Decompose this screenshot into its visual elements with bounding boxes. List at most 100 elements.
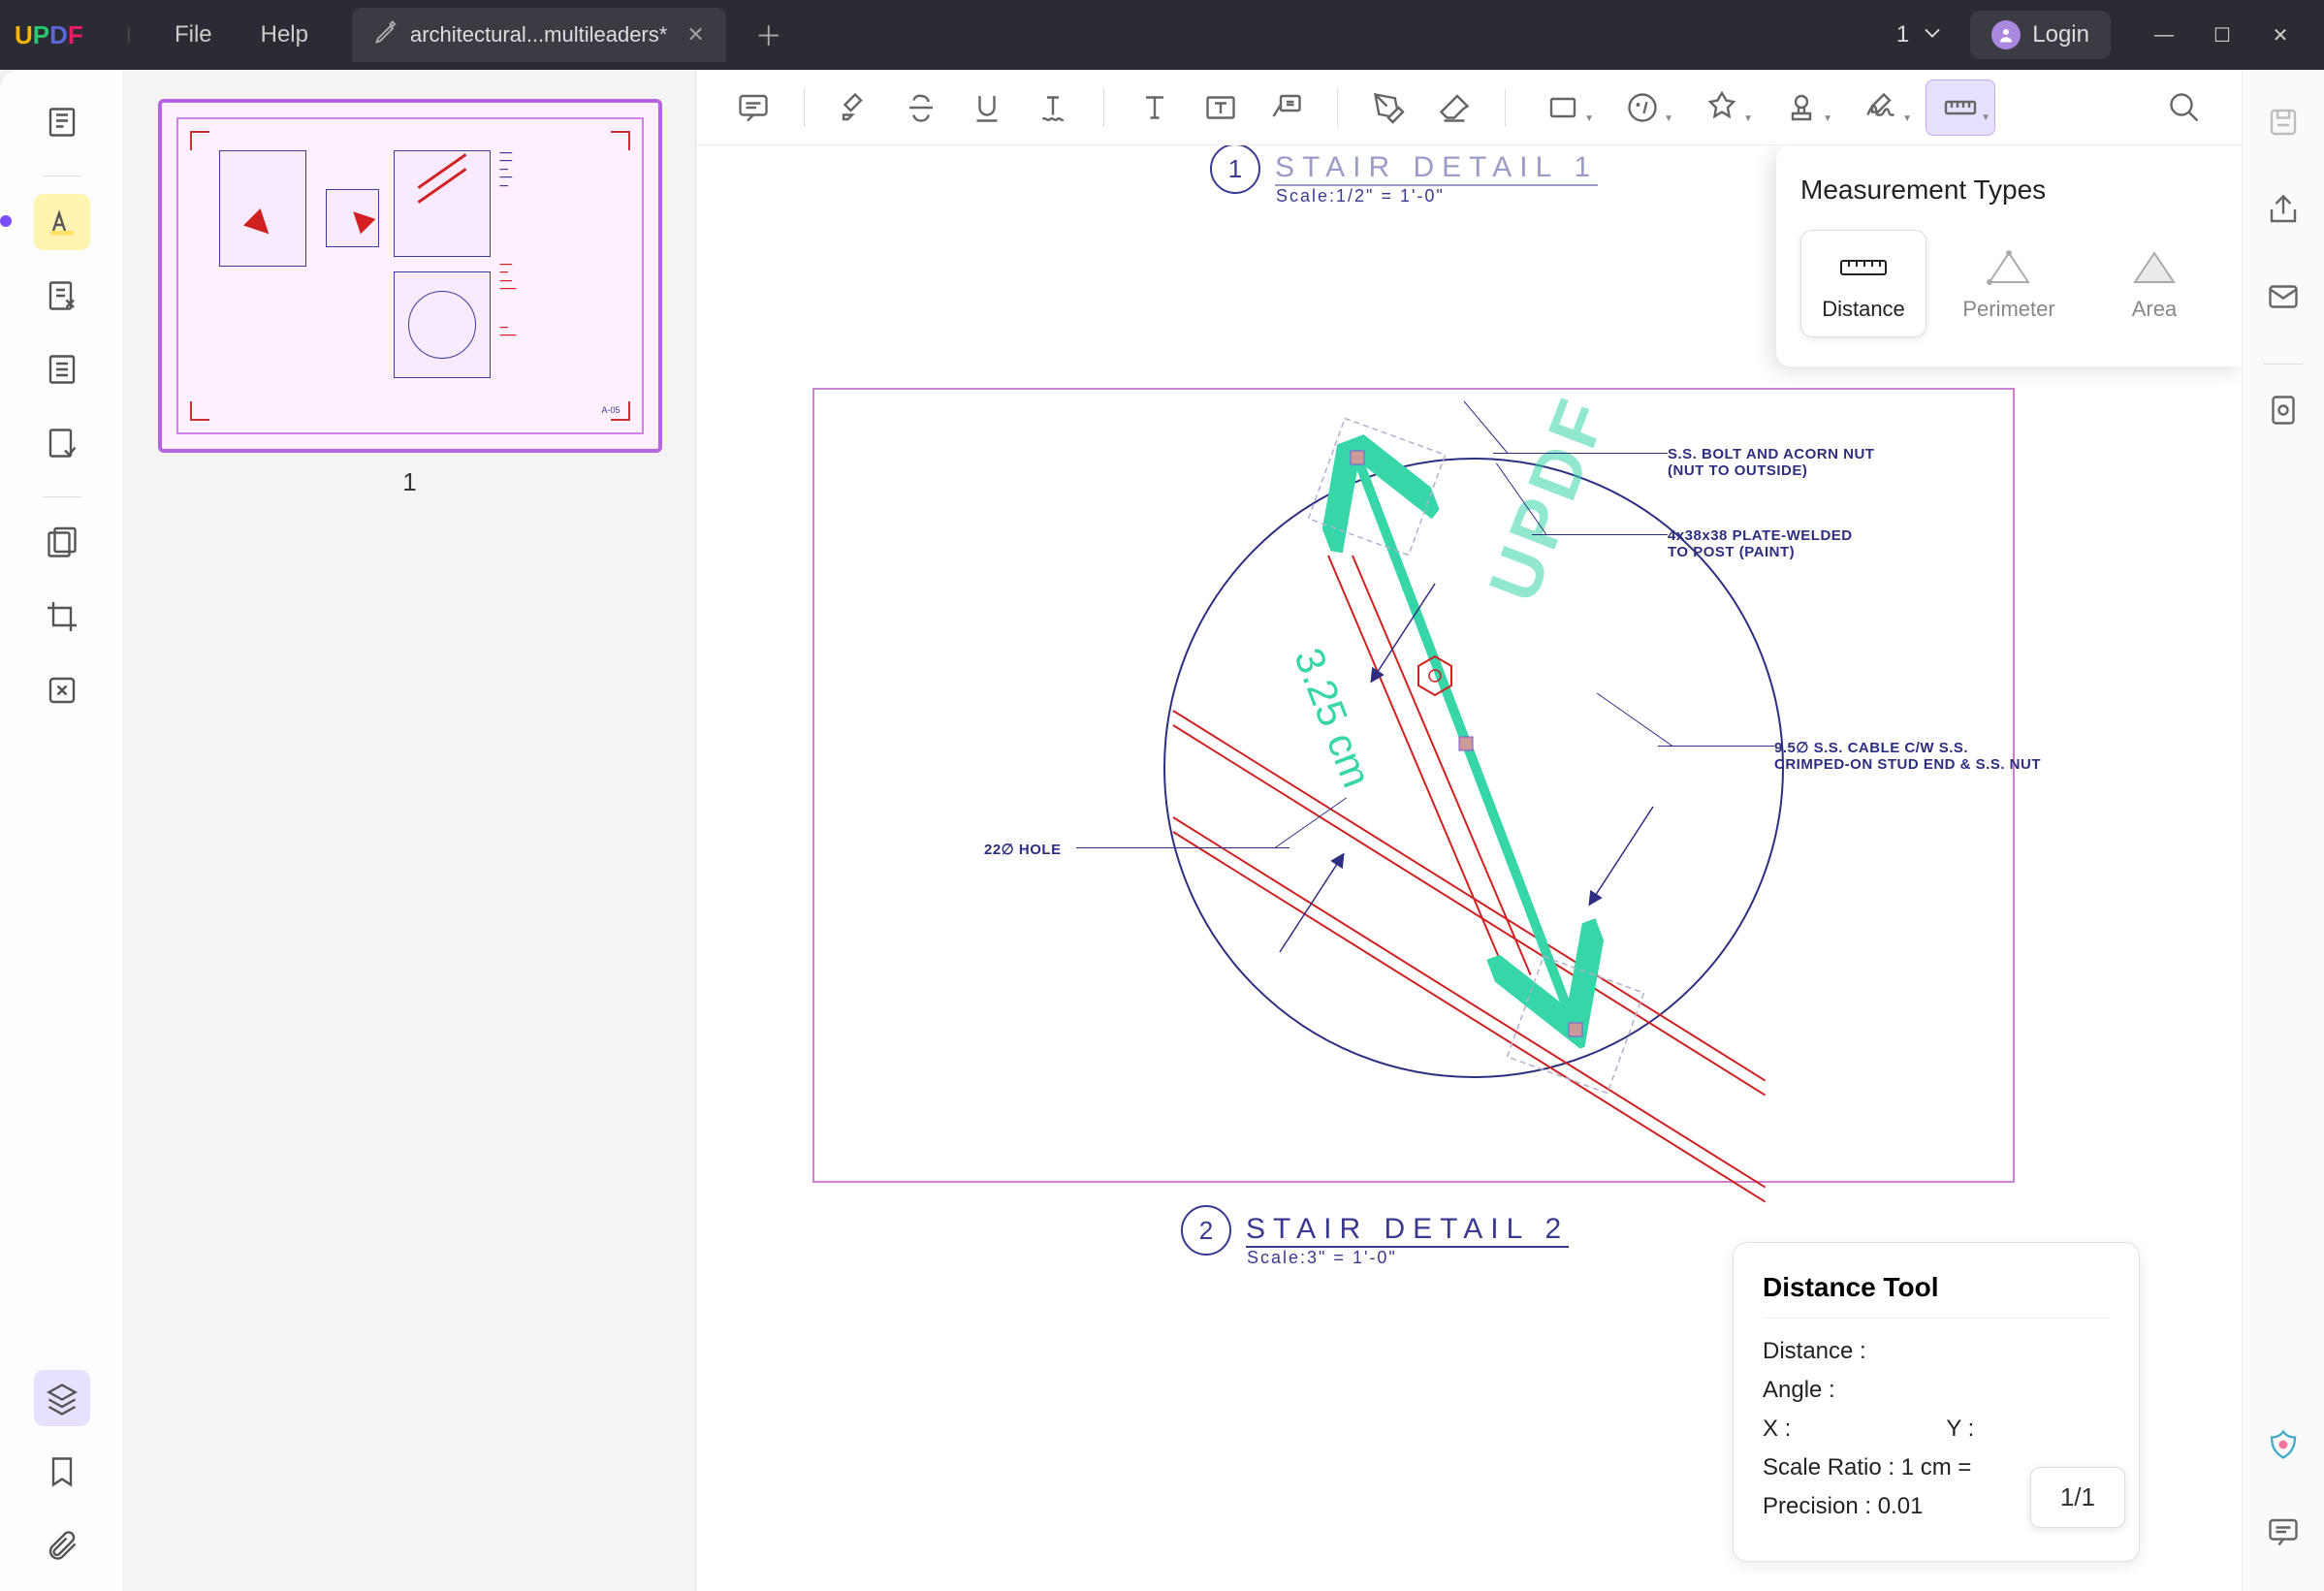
tab-title: architectural...multileaders* [410, 22, 667, 48]
rail-separator [2264, 364, 2303, 365]
thumbnail-number: 1 [402, 467, 416, 497]
comment-tool-icon[interactable] [725, 80, 781, 136]
search-icon[interactable] [2156, 80, 2213, 136]
highlight-marker-icon[interactable] [827, 80, 883, 136]
login-button[interactable]: Login [1970, 11, 2111, 59]
detail-scale-text: Scale:3" = 1'-0" [1247, 1248, 1397, 1268]
callout-bolt: S.S. BOLT AND ACORN NUT(NUT TO OUTSIDE) [1668, 446, 1874, 479]
scale-ratio-label: Scale Ratio : 1 cm = [1763, 1454, 1971, 1481]
pin-tool-icon[interactable] [1687, 80, 1757, 136]
edit-tool-icon[interactable] [34, 268, 90, 324]
document-tab[interactable]: architectural...multileaders* ✕ [352, 8, 726, 62]
detail-scale-text: Scale:1/2" = 1'-0" [1276, 186, 1445, 207]
squiggly-tool-icon[interactable] [1025, 80, 1081, 136]
left-sidebar [0, 70, 124, 1591]
sticker-tool-icon[interactable] [1608, 80, 1677, 136]
export-icon[interactable] [2255, 382, 2311, 438]
callout-hole: 22∅ HOLE [984, 841, 1062, 858]
email-icon[interactable] [2255, 269, 2311, 325]
crop-tool-icon[interactable] [34, 589, 90, 645]
title-bar: UPDF | File Help architectural...multile… [0, 0, 2324, 70]
measurement-type-area[interactable]: Area [2091, 230, 2217, 337]
logo-u: U [15, 20, 33, 49]
signature-tool-icon[interactable] [1846, 80, 1916, 136]
callout-cable: 9.5∅ S.S. CABLE C/W S.S.CRIMPED-ON STUD … [1774, 739, 2041, 773]
stamp-tool-icon[interactable] [1767, 80, 1836, 136]
compress-tool-icon[interactable] [34, 662, 90, 718]
y-label: Y : [1946, 1416, 1974, 1443]
logo-p: P [33, 20, 49, 49]
menu-separator: | [127, 26, 131, 44]
measure-tool-icon[interactable] [1926, 80, 1995, 136]
attachment-icon[interactable] [34, 1517, 90, 1574]
logo-f: F [68, 20, 83, 49]
toolbar-separator [1337, 88, 1338, 127]
window-close-button[interactable]: ✕ [2251, 11, 2309, 59]
share-icon[interactable] [2255, 181, 2311, 238]
organize-tool-icon[interactable] [34, 341, 90, 398]
rail-separator [43, 175, 81, 176]
ai-assistant-icon[interactable] [2255, 1416, 2311, 1473]
page-thumbnail[interactable]: ━━━━━━━━━━━━━ ━━━━━━━━━━━━ ━━━━━━ A-05 [158, 99, 662, 453]
text-tool-icon[interactable] [1127, 80, 1183, 136]
callout-plate: 4x38x38 PLATE-WELDEDTO POST (PAINT) [1668, 527, 1853, 560]
area-icon [2130, 245, 2179, 289]
logo-d: D [49, 20, 68, 49]
highlight-tool-icon[interactable] [34, 194, 90, 250]
rectangle-tool-icon[interactable] [1528, 80, 1598, 136]
form-tool-icon[interactable] [34, 415, 90, 471]
reader-tool-icon[interactable] [34, 94, 90, 150]
edit-icon [373, 18, 400, 51]
measurement-types-panel: Measurement Types Distance Perimeter Are… [1776, 145, 2242, 366]
document-canvas[interactable]: 1 STAIR DETAIL 1 Scale:1/2" = 1'-0" [696, 145, 2242, 1591]
login-label: Login [2032, 21, 2089, 48]
window-maximize-button[interactable]: ☐ [2193, 11, 2251, 59]
pencil-tool-icon[interactable] [1360, 80, 1417, 136]
eraser-tool-icon[interactable] [1426, 80, 1482, 136]
detail-number-circle: 1 [1210, 145, 1260, 194]
tab-close-icon[interactable]: ✕ [686, 22, 704, 48]
new-tab-button[interactable]: ＋ [755, 16, 782, 54]
detail-number-circle: 2 [1181, 1205, 1231, 1256]
page-navigator[interactable]: 1/1 [2030, 1467, 2125, 1528]
save-icon[interactable] [2255, 94, 2311, 150]
ruler-icon [1839, 245, 1888, 289]
avatar-icon [1991, 20, 2021, 49]
toolbar-separator [1103, 88, 1104, 127]
bolt-symbol [1411, 652, 1459, 700]
menu-file[interactable]: File [150, 21, 237, 48]
window-minimize-button[interactable]: — [2135, 11, 2193, 59]
layers-icon[interactable] [34, 1370, 90, 1426]
toolbar-separator [1505, 88, 1506, 127]
distance-label: Distance : [1763, 1338, 1866, 1365]
bookmark-icon[interactable] [34, 1444, 90, 1500]
measurement-panel-title: Measurement Types [1800, 175, 2217, 206]
distance-label: Distance [1822, 297, 1905, 322]
toolbar-separator [804, 88, 805, 127]
callout-tool-icon[interactable] [1258, 80, 1315, 136]
measurement-type-perimeter[interactable]: Perimeter [1946, 230, 2072, 337]
chevron-down-icon[interactable] [1919, 19, 1946, 51]
drawing-viewport: 3.25 cm UPDF S.S. BOLT AND ACORN NUT(NUT… [812, 388, 2015, 1183]
angle-label: Angle : [1763, 1377, 1835, 1404]
x-label: X : [1763, 1416, 1791, 1443]
thumbnail-panel: ━━━━━━━━━━━━━ ━━━━━━━━━━━━ ━━━━━━ A-05 1 [124, 70, 696, 1591]
underline-tool-icon[interactable] [959, 80, 1015, 136]
main-area: 1 STAIR DETAIL 1 Scale:1/2" = 1'-0" [696, 70, 2242, 1591]
distance-tool-title: Distance Tool [1763, 1272, 2110, 1319]
rail-separator [43, 496, 81, 497]
ocr-tool-icon[interactable] [34, 515, 90, 571]
perimeter-icon [1985, 245, 2033, 289]
app-logo: UPDF [15, 20, 83, 50]
detail-title-text: STAIR DETAIL 2 [1246, 1213, 1569, 1248]
strikethrough-tool-icon[interactable] [893, 80, 949, 136]
indicator-dot [0, 215, 12, 227]
area-label: Area [2132, 297, 2177, 322]
perimeter-label: Perimeter [1962, 297, 2054, 322]
annotation-toolbar [696, 70, 2242, 145]
precision-label: Precision : 0.01 [1763, 1493, 1923, 1520]
measurement-type-distance[interactable]: Distance [1800, 230, 1926, 337]
comments-panel-icon[interactable] [2255, 1504, 2311, 1560]
textbox-tool-icon[interactable] [1193, 80, 1249, 136]
menu-help[interactable]: Help [237, 21, 333, 48]
